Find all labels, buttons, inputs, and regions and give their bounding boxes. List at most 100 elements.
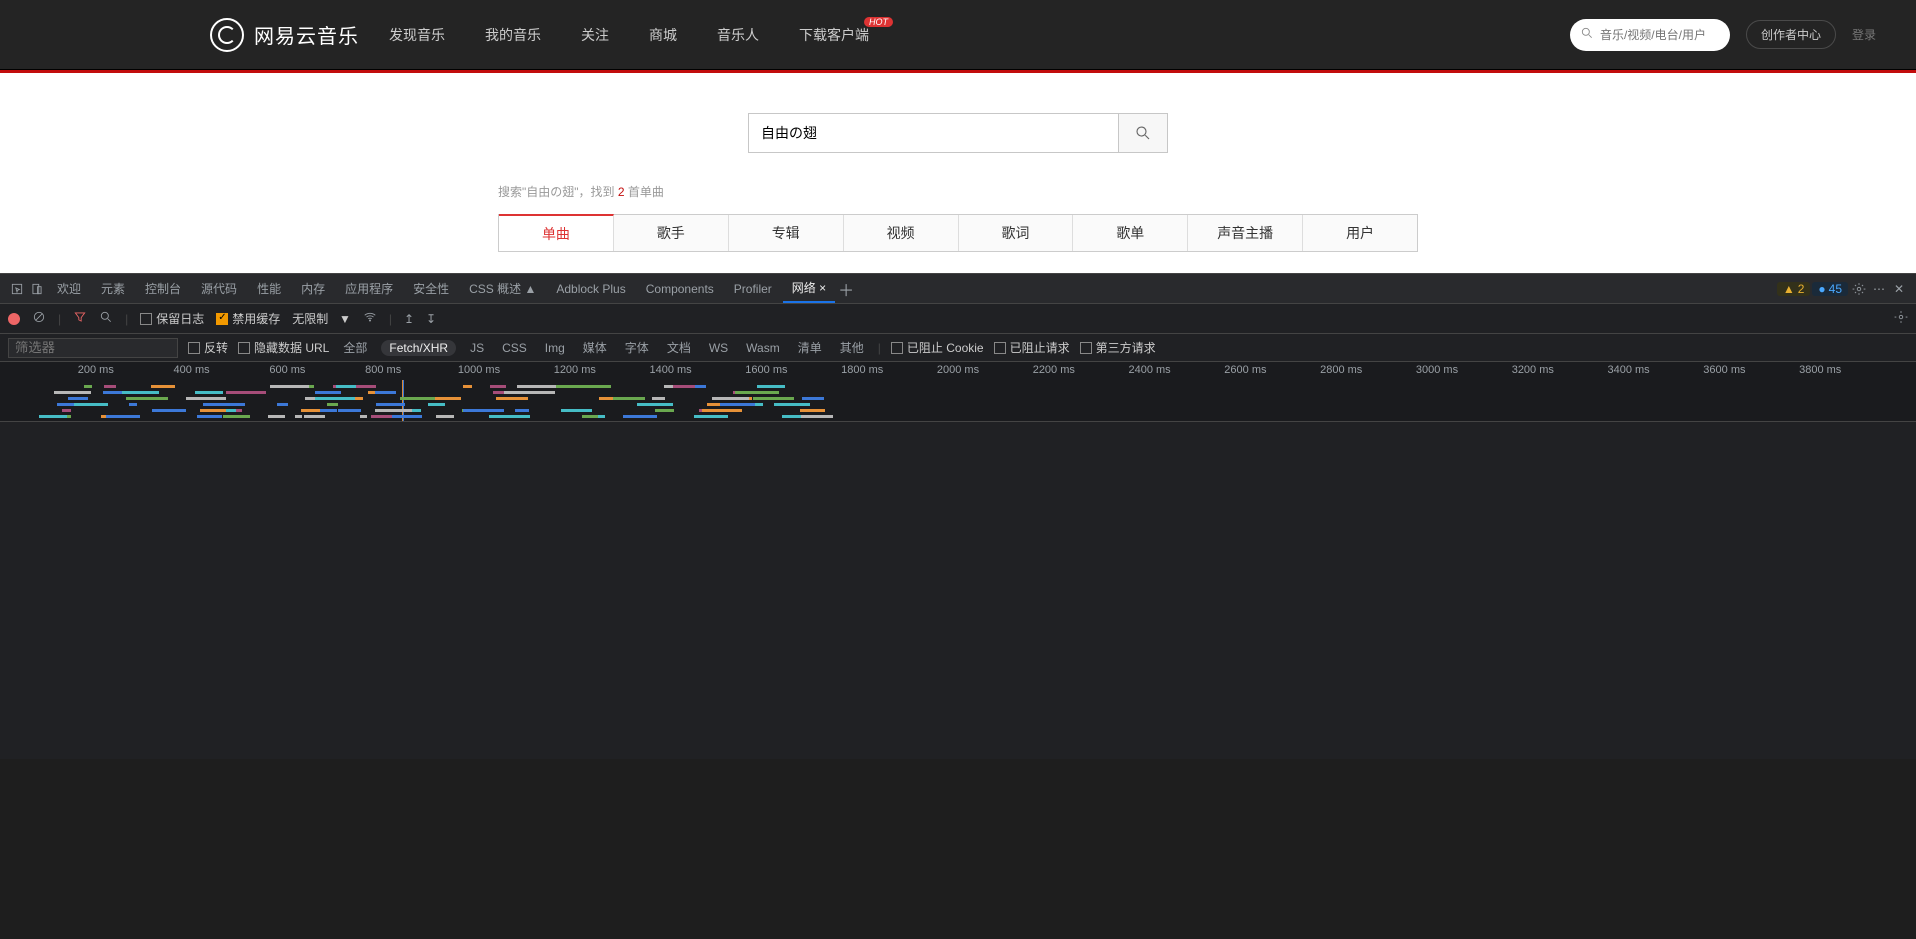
tab-network[interactable]: 网络 × (783, 274, 835, 303)
timeline-tick: 2000 ms (937, 364, 979, 376)
tab-single[interactable]: 单曲 (499, 214, 614, 251)
type-css[interactable]: CSS (498, 341, 531, 355)
record-icon[interactable] (8, 313, 20, 325)
header-right: 创作者中心 登录 (1570, 19, 1916, 51)
timeline-tick: 600 ms (269, 364, 305, 376)
filter-toggle-icon[interactable] (73, 310, 87, 327)
type-font[interactable]: 字体 (621, 339, 653, 356)
page-search-input[interactable] (748, 113, 1118, 153)
tab-sources[interactable]: 源代码 (192, 274, 246, 303)
timeline-tick: 1800 ms (841, 364, 883, 376)
timeline-tick: 1200 ms (554, 364, 596, 376)
more-icon[interactable]: ⋯ (1870, 280, 1888, 298)
search-icon (1580, 26, 1594, 43)
add-tab-icon[interactable]: ＋ (837, 280, 855, 298)
category-tabs: 单曲 歌手 专辑 视频 歌词 歌单 声音主播 用户 (498, 214, 1418, 252)
device-icon[interactable] (28, 280, 46, 298)
filter-input[interactable] (8, 338, 178, 358)
logo[interactable]: 网易云音乐 (210, 18, 359, 52)
tab-memory[interactable]: 内存 (292, 274, 334, 303)
timeline-tick: 3200 ms (1512, 364, 1554, 376)
header-search[interactable] (1570, 19, 1730, 51)
type-all[interactable]: 全部 (339, 339, 371, 356)
nav-store[interactable]: 商城 (649, 25, 677, 45)
nav-my-music[interactable]: 我的音乐 (485, 25, 541, 45)
timeline-tick: 3800 ms (1799, 364, 1841, 376)
devtools: 欢迎 元素 控制台 源代码 性能 内存 应用程序 安全性 CSS 概述 ▲ Ad… (0, 273, 1916, 759)
tab-application[interactable]: 应用程序 (336, 274, 402, 303)
header-search-input[interactable] (1600, 28, 1720, 42)
nav-discover[interactable]: 发现音乐 (389, 25, 445, 45)
tab-css-overview[interactable]: CSS 概述 ▲ (460, 274, 545, 303)
type-wasm[interactable]: Wasm (742, 341, 784, 355)
tab-welcome[interactable]: 欢迎 (48, 274, 90, 303)
timeline-tick: 1000 ms (458, 364, 500, 376)
login-link[interactable]: 登录 (1852, 26, 1876, 43)
tab-performance[interactable]: 性能 (248, 274, 290, 303)
site-header: 网易云音乐 发现音乐 我的音乐 关注 商城 音乐人 下载客户端 HOT 创作者中… (0, 0, 1916, 70)
search-icon[interactable] (99, 310, 113, 327)
blocked-cookie-checkbox[interactable]: 已阻止 Cookie (891, 339, 984, 356)
throttle-select[interactable]: 无限制 ▼ (292, 310, 351, 327)
tab-profiler[interactable]: Profiler (725, 274, 781, 303)
type-doc[interactable]: 文档 (663, 339, 695, 356)
tab-singer[interactable]: 歌手 (614, 215, 729, 251)
third-party-checkbox[interactable]: 第三方请求 (1080, 339, 1156, 356)
network-toolbar: | | 保留日志 禁用缓存 无限制 ▼ | ↥ ↧ (0, 304, 1916, 334)
type-img[interactable]: Img (541, 341, 569, 355)
tab-playlist[interactable]: 歌单 (1073, 215, 1188, 251)
timeline-tick: 800 ms (365, 364, 401, 376)
tab-elements[interactable]: 元素 (92, 274, 134, 303)
messages-badge[interactable]: ● 45 (1812, 282, 1848, 296)
nav-download[interactable]: 下载客户端 HOT (799, 25, 869, 45)
type-other[interactable]: 其他 (836, 339, 868, 356)
timeline-tick: 400 ms (174, 364, 210, 376)
type-ws[interactable]: WS (705, 341, 732, 355)
wifi-icon[interactable] (363, 310, 377, 327)
tab-security[interactable]: 安全性 (404, 274, 458, 303)
upload-icon[interactable]: ↥ (404, 312, 414, 326)
tab-video[interactable]: 视频 (844, 215, 959, 251)
preserve-log-checkbox[interactable]: 保留日志 (140, 310, 204, 327)
result-summary: 搜索"自由の翅"，找到 2 首单曲 (498, 183, 1418, 200)
nav-download-label: 下载客户端 (799, 27, 869, 43)
tab-podcast[interactable]: 声音主播 (1188, 215, 1303, 251)
disable-cache-checkbox[interactable]: 禁用缓存 (216, 310, 280, 327)
hide-data-url-checkbox[interactable]: 隐藏数据 URL (238, 339, 329, 356)
creator-center-button[interactable]: 创作者中心 (1746, 20, 1836, 49)
nav-musician[interactable]: 音乐人 (717, 25, 759, 45)
tab-lyrics[interactable]: 歌词 (959, 215, 1074, 251)
tab-components[interactable]: Components (637, 274, 723, 303)
tab-console[interactable]: 控制台 (136, 274, 190, 303)
warnings-badge[interactable]: ▲ 2 (1777, 282, 1811, 296)
type-manifest[interactable]: 清单 (794, 339, 826, 356)
tab-album[interactable]: 专辑 (729, 215, 844, 251)
result-prefix: 搜索"自由の翅"，找到 (498, 185, 618, 199)
invert-checkbox[interactable]: 反转 (188, 339, 228, 356)
inspect-icon[interactable] (8, 280, 26, 298)
download-icon[interactable]: ↧ (426, 312, 436, 326)
timeline-tick: 3000 ms (1416, 364, 1458, 376)
page-content: 搜索"自由の翅"，找到 2 首单曲 单曲 歌手 专辑 视频 歌词 歌单 声音主播… (0, 73, 1916, 273)
timeline[interactable]: 200 ms400 ms600 ms800 ms1000 ms1200 ms14… (0, 362, 1916, 422)
logo-icon (210, 18, 244, 52)
settings-icon[interactable] (1850, 280, 1868, 298)
close-devtools-icon[interactable]: ✕ (1890, 280, 1908, 298)
timeline-tick: 1400 ms (649, 364, 691, 376)
type-js[interactable]: JS (466, 341, 488, 355)
timeline-tick: 2800 ms (1320, 364, 1362, 376)
hot-badge: HOT (864, 17, 893, 27)
clear-icon[interactable] (32, 310, 46, 327)
timeline-tick: 2400 ms (1128, 364, 1170, 376)
timeline-tick: 1600 ms (745, 364, 787, 376)
type-media[interactable]: 媒体 (579, 339, 611, 356)
blocked-request-checkbox[interactable]: 已阻止请求 (994, 339, 1070, 356)
result-count: 2 (618, 185, 625, 199)
type-fetch[interactable]: Fetch/XHR (381, 340, 456, 356)
page-search-button[interactable] (1118, 113, 1168, 153)
tab-user[interactable]: 用户 (1303, 215, 1417, 251)
brand-name: 网易云音乐 (254, 20, 359, 49)
network-settings-icon[interactable] (1894, 310, 1908, 327)
tab-adblock[interactable]: Adblock Plus (547, 274, 634, 303)
nav-follow[interactable]: 关注 (581, 25, 609, 45)
